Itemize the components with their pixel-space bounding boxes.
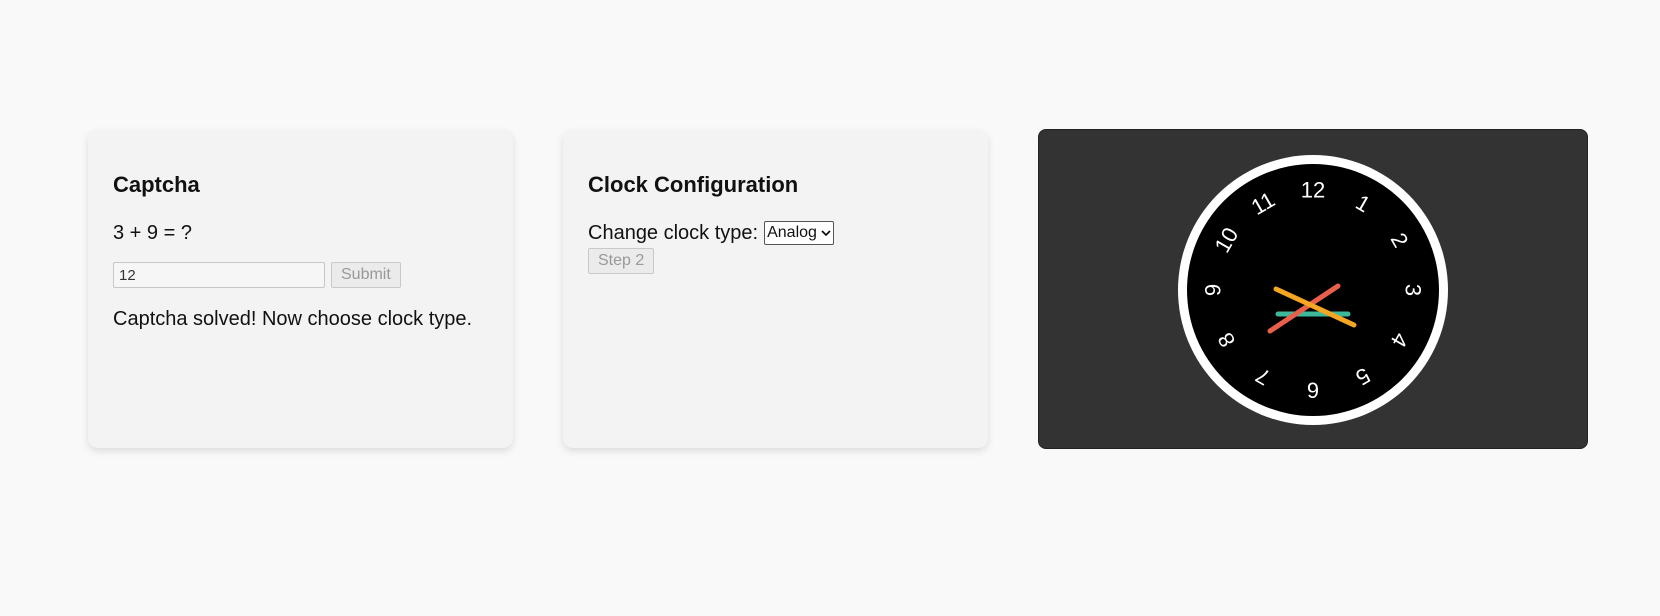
clock-number-12: 12	[1301, 178, 1325, 203]
submit-button[interactable]: Submit	[331, 262, 401, 288]
analog-clock: 1234567891011 12	[1178, 155, 1448, 425]
clock-type-select[interactable]: Analog	[764, 221, 834, 245]
clock-number-9: 9	[1201, 284, 1226, 296]
page: Captcha 3 + 9 = ? Submit Captcha solved!…	[0, 0, 1660, 616]
clock-type-label: Change clock type:	[588, 222, 759, 244]
captcha-answer-row: Submit	[113, 262, 488, 288]
captcha-question: 3 + 9 = ?	[113, 222, 192, 244]
clock-number-6: 6	[1307, 378, 1319, 403]
clock-panel: 1 2 3 4 5 6 7 8 9 10 11 12	[1038, 129, 1588, 449]
clock-config-title: Clock Configuration	[588, 172, 799, 197]
clock-number-3: 3	[1401, 284, 1426, 296]
captcha-answer-input[interactable]	[113, 262, 325, 288]
clock-type-row: Change clock type: Analog	[588, 220, 963, 246]
step-2-button[interactable]: Step 2	[588, 248, 655, 274]
clock-config-card: Clock Configuration Change clock type: A…	[563, 130, 988, 448]
captcha-title: Captcha	[113, 172, 200, 197]
captcha-status-text: Captcha solved! Now choose clock type.	[113, 308, 473, 330]
chevron-down-icon	[821, 230, 831, 237]
clock-type-selected-value: Analog	[767, 224, 817, 241]
captcha-card: Captcha 3 + 9 = ? Submit Captcha solved!…	[88, 130, 513, 448]
